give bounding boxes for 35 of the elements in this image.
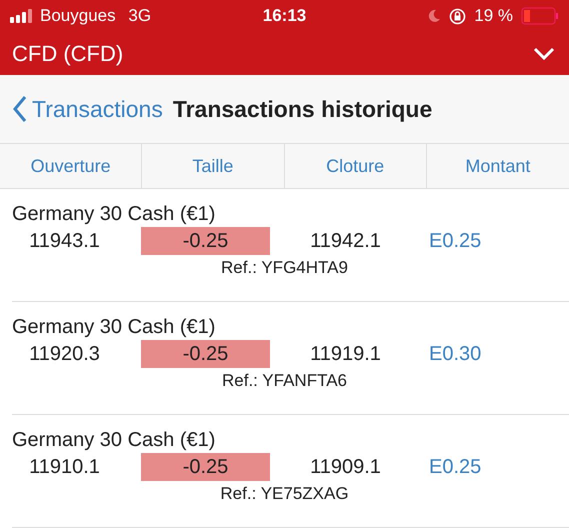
chevron-left-icon <box>12 95 28 123</box>
column-header[interactable]: Taille <box>142 144 284 188</box>
clock-time: 16:13 <box>262 6 306 25</box>
amount-value: E0.25 <box>429 230 482 252</box>
column-header[interactable]: Ouverture <box>0 144 142 188</box>
closing-price: 11909.1 <box>310 456 381 478</box>
instrument-name: Germany 30 Cash (€1) <box>12 203 216 226</box>
rotation-lock-icon <box>449 8 466 24</box>
carrier-name: Bouygues <box>40 6 116 26</box>
instrument-name: Germany 30 Cash (€1) <box>12 429 216 452</box>
closing-price: 11919.1 <box>310 342 381 366</box>
network-type: 3G <box>127 6 152 26</box>
size-value: -0.25 <box>141 227 270 255</box>
amount-value: E0.25 <box>429 456 482 478</box>
battery-percent: 19 % <box>474 6 513 26</box>
column-header[interactable]: Cloture <box>284 144 427 188</box>
opening-price: 11910.1 <box>29 456 100 478</box>
column-header[interactable]: Montant <box>426 144 569 188</box>
header-title: CFD (CFD) <box>12 40 124 66</box>
reference-text: Ref.: YFANFTA6 <box>222 371 348 391</box>
signal-icon <box>10 9 32 23</box>
amount-value: E0.30 <box>429 342 482 366</box>
instrument-name: Germany 30 Cash (€1) <box>12 316 216 339</box>
opening-price: 11920.3 <box>29 342 100 366</box>
page-title: Transactions historique <box>172 96 432 122</box>
reference-text: Ref.: YE75ZXAG <box>220 484 349 504</box>
opening-price: 11943.1 <box>29 230 100 252</box>
size-value: -0.25 <box>141 453 270 481</box>
closing-price: 11942.1 <box>310 230 381 252</box>
back-button[interactable]: Transactions <box>12 95 163 123</box>
moon-icon <box>427 9 442 23</box>
reference-text: Ref.: YFG4HTA9 <box>221 258 348 278</box>
battery-icon <box>521 7 559 25</box>
chevron-down-icon[interactable] <box>533 46 555 60</box>
size-value: -0.25 <box>141 340 270 368</box>
